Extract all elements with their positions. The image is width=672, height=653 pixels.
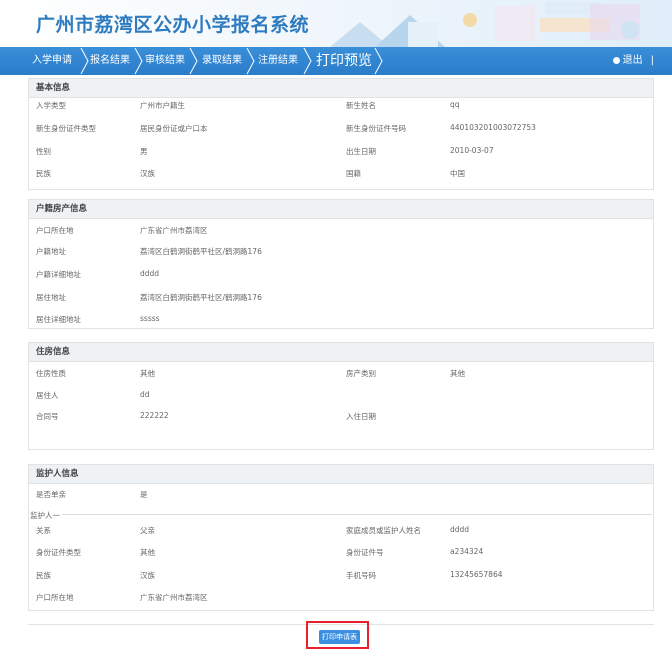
power-icon (612, 56, 620, 64)
nav-divider: | (650, 55, 654, 66)
field-value: 荔湾区白鹤洞街鹤平社区/鹤洞路176 (140, 293, 262, 302)
field-value: 其他 (140, 548, 155, 557)
field-label: 合同号 (36, 412, 59, 421)
app-title: 广州市荔湾区公办小学报名系统 (36, 14, 310, 36)
field-label: 是否单亲 (36, 490, 66, 499)
guardian-info-section: 监护人信息 (28, 464, 654, 611)
nav-bar: 入学申请 报名结果 审核结果 录取结果 注册结果 打印预览 退出 | (0, 47, 672, 75)
field-value: 男 (140, 147, 148, 156)
field-label: 居住人 (36, 391, 59, 400)
field-label: 房产类别 (346, 369, 376, 378)
field-value: 广州市户籍生 (140, 101, 185, 110)
field-value: 440103201003072753 (450, 123, 536, 132)
field-label: 居住地址 (36, 293, 66, 302)
field-label: 国籍 (346, 169, 361, 178)
field-label: 家庭成员或监护人姓名 (346, 526, 421, 535)
field-label: 新生姓名 (346, 101, 376, 110)
field-value: 中国 (450, 169, 465, 178)
housing-info-section: 住房信息 (28, 342, 654, 450)
field-label: 户籍地址 (36, 247, 66, 256)
field-value: 2010-03-07 (450, 146, 494, 155)
chevron-right-icon (189, 47, 198, 75)
basic-info-section: 基本信息 (28, 78, 654, 190)
field-value: 其他 (140, 369, 155, 378)
header-decoration (330, 2, 640, 47)
field-label: 居住详细地址 (36, 315, 81, 324)
field-value: 父亲 (140, 526, 155, 535)
field-label: 户口所在地 (36, 593, 74, 602)
field-value: dddd (140, 269, 160, 278)
chevron-right-icon (134, 47, 143, 75)
field-label: 新生身份证件号码 (346, 124, 406, 133)
field-value: 广东省广州市荔湾区 (140, 226, 208, 235)
field-label: 户口所在地 (36, 226, 74, 235)
field-label: 住房性质 (36, 369, 66, 378)
field-value: sssss (140, 314, 160, 323)
print-application-button[interactable]: 打印申请表 (319, 630, 360, 644)
section-title: 基本信息 (29, 79, 653, 98)
chevron-right-icon (80, 47, 89, 75)
field-value: 13245657864 (450, 570, 503, 579)
field-label: 手机号码 (346, 571, 376, 580)
field-label: 出生日期 (346, 147, 376, 156)
field-value: 222222 (140, 411, 169, 420)
chevron-right-icon (246, 47, 255, 75)
field-label: 入住日期 (346, 412, 376, 421)
field-value: 广东省广州市荔湾区 (140, 593, 208, 602)
app-header: 广州市荔湾区公办小学报名系统 (0, 0, 672, 47)
field-label: 身份证件号 (346, 548, 384, 557)
field-label: 关系 (36, 526, 51, 535)
field-label: 性别 (36, 147, 51, 156)
field-value: 是 (140, 490, 148, 499)
logout-button[interactable]: 退出 | (612, 47, 654, 75)
guardian-subtitle: 监护人一 (30, 511, 60, 520)
field-label: 户籍详细地址 (36, 270, 81, 279)
tab-review-result[interactable]: 审核结果 (145, 47, 185, 75)
field-value: dddd (450, 525, 470, 534)
chevron-right-icon (374, 47, 383, 75)
field-value: 汉族 (140, 169, 155, 178)
tab-admission-result[interactable]: 录取结果 (202, 47, 242, 75)
field-label: 民族 (36, 169, 51, 178)
field-value: 其他 (450, 369, 465, 378)
field-value: 荔湾区白鹤洞街鹤平社区/鹤洞路176 (140, 247, 262, 256)
chevron-right-icon (303, 47, 312, 75)
logout-label: 退出 (622, 55, 643, 66)
field-value: dd (140, 390, 150, 399)
field-value: qq (450, 100, 460, 109)
tab-registration-result[interactable]: 报名结果 (90, 47, 130, 75)
field-value: 居民身份证或户口本 (140, 124, 208, 133)
field-label: 入学类型 (36, 101, 66, 110)
section-title: 监护人信息 (29, 465, 653, 484)
field-label: 身份证件类型 (36, 548, 81, 557)
divider (62, 514, 652, 515)
tab-enrollment-result[interactable]: 注册结果 (258, 47, 298, 75)
print-button-highlight: 打印申请表 (306, 621, 369, 649)
tab-print-preview[interactable]: 打印预览 (316, 47, 372, 75)
field-label: 民族 (36, 571, 51, 580)
tab-application[interactable]: 入学申请 (32, 47, 72, 75)
field-value: a234324 (450, 547, 484, 556)
field-label: 新生身份证件类型 (36, 124, 96, 133)
household-info-section: 户籍房产信息 (28, 199, 654, 329)
field-value: 汉族 (140, 571, 155, 580)
section-title: 住房信息 (29, 343, 653, 362)
section-title: 户籍房产信息 (29, 200, 653, 219)
